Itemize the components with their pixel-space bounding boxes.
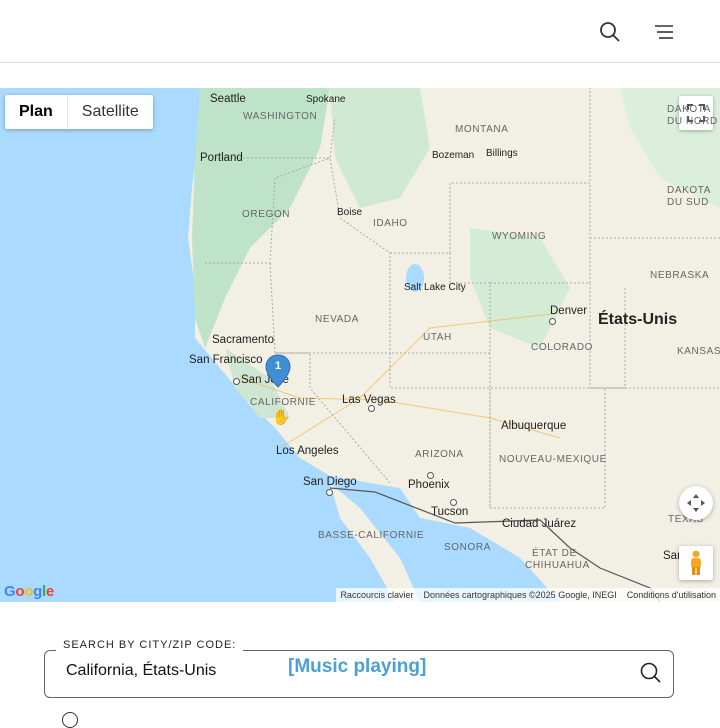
city-label: Bozeman — [432, 150, 475, 161]
city-label: Portland — [200, 152, 243, 164]
region-label: COLORADO — [531, 342, 594, 353]
marker-count: 1 — [274, 360, 282, 372]
plan-button[interactable]: Plan — [5, 95, 68, 129]
city-label: Ciudad Juárez — [502, 518, 577, 530]
google-logo: Google — [4, 583, 54, 600]
city-label: Salt Lake City — [404, 282, 466, 293]
region-label: DU NORD — [667, 116, 718, 127]
city-label: Albuquerque — [501, 420, 567, 432]
region-label: BASSE-CALIFORNIE — [318, 530, 425, 541]
region-label: CHIHUAHUA — [525, 560, 590, 571]
map-view[interactable]: Plan Satellite WASHINGTON MONTANA DAKOTA… — [0, 88, 720, 602]
region-label: OREGON — [242, 209, 291, 220]
location-marker[interactable]: 1 — [265, 354, 291, 388]
city-dot — [549, 318, 556, 325]
city-label: Tucson — [431, 506, 469, 518]
city-label: San Diego — [303, 476, 357, 488]
region-label: MONTANA — [455, 124, 509, 135]
search-input[interactable]: California, États-Unis — [66, 662, 216, 680]
city-dot — [450, 499, 457, 506]
street-view-button[interactable] — [679, 546, 713, 580]
keyboard-shortcuts-link[interactable]: Raccourcis clavier — [340, 590, 413, 600]
region-label: ARIZONA — [415, 449, 464, 460]
region-label: NOUVEAU-MEXIQUE — [499, 454, 607, 465]
city-label: Sacramento — [212, 334, 275, 346]
map-base — [0, 88, 720, 602]
city-label: Los Angeles — [276, 445, 339, 457]
city-label: Spokane — [306, 94, 346, 105]
pegman-icon — [691, 550, 701, 575]
satellite-button[interactable]: Satellite — [68, 95, 153, 129]
region-label: NEVADA — [315, 314, 359, 325]
region-label: UTAH — [423, 332, 452, 343]
city-dot — [368, 405, 375, 412]
city-label: Billings — [486, 148, 518, 159]
map-data-credit: Données cartographiques ©2025 Google, IN… — [423, 590, 617, 600]
top-bar — [0, 0, 720, 63]
search-icon[interactable] — [596, 18, 624, 46]
country-label: États-Unis — [598, 311, 678, 328]
city-label: Boise — [337, 207, 363, 218]
map-attribution: Raccourcis clavier Données cartographiqu… — [336, 588, 720, 602]
map-type-control: Plan Satellite — [5, 95, 153, 129]
region-label: CALIFORNIE — [250, 397, 317, 408]
locate-icon[interactable] — [62, 712, 78, 728]
region-label: DAKOTA — [667, 185, 711, 196]
region-label: KANSAS — [677, 346, 720, 357]
region-label: SONORA — [444, 542, 491, 553]
city-dot — [427, 472, 434, 479]
city-label: Denver — [550, 305, 588, 317]
city-label: Las Vegas — [342, 394, 396, 406]
city-label: Seattle — [210, 93, 246, 105]
search-label: SEARCH BY CITY/ZIP CODE: — [56, 639, 244, 651]
region-label: WASHINGTON — [243, 111, 318, 122]
camera-control-button[interactable] — [679, 486, 713, 520]
hand-cursor-icon: ✋ — [272, 409, 291, 426]
region-label: WYOMING — [492, 231, 547, 242]
city-dot — [326, 489, 333, 496]
city-dot — [233, 378, 240, 385]
search-submit-icon[interactable] — [640, 662, 662, 689]
closed-caption: [Music playing] — [288, 656, 427, 677]
hamburger-menu-icon[interactable] — [650, 18, 678, 46]
pan-arrows-icon — [687, 494, 705, 512]
city-label: San Francisco — [189, 354, 263, 366]
city-label: Phoenix — [408, 479, 450, 491]
region-label: DU SUD — [667, 197, 709, 208]
region-label: NEBRASKA — [650, 270, 710, 281]
region-label: IDAHO — [373, 218, 408, 229]
region-label: DAKOTA — [667, 104, 711, 115]
region-label: ÉTAT DE — [532, 548, 577, 559]
terms-link[interactable]: Conditions d'utilisation — [627, 590, 716, 600]
